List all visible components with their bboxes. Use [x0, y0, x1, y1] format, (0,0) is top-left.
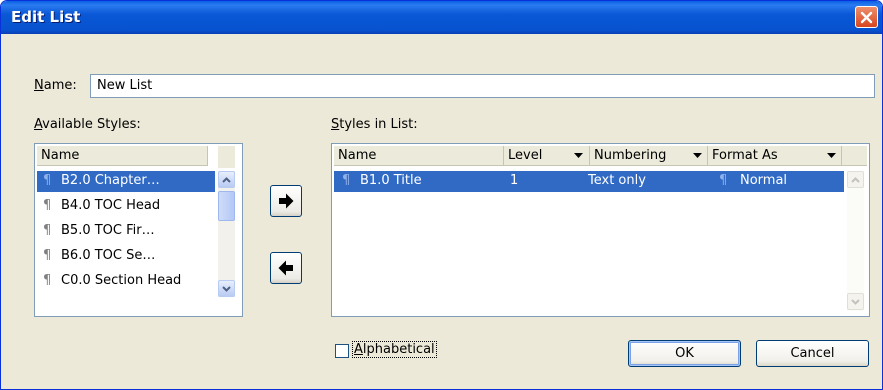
styles-in-list-label: Styles in List: [331, 117, 418, 132]
styles-table-header: Name Level Numbering Format As [334, 146, 867, 166]
cancel-button[interactable]: Cancel [756, 340, 869, 367]
column-header-name[interactable]: Name [37, 146, 208, 166]
right-arrow-icon [279, 193, 294, 209]
title-bar: Edit List [1, 1, 882, 34]
styles-in-list-table[interactable]: Name Level Numbering Format As ¶ B1.0 Ti… [331, 143, 870, 317]
paragraph-icon: ¶ [43, 248, 52, 263]
row-name: B1.0 Title [360, 173, 422, 188]
available-styles-header: Name [37, 146, 208, 166]
format-as-dropdown-arrow-icon[interactable] [824, 149, 838, 162]
paragraph-icon: ¶ [43, 173, 52, 188]
scroll-thumb[interactable] [218, 191, 235, 221]
list-item[interactable]: ¶ B2.0 Chapter… [37, 171, 215, 192]
level-dropdown-arrow-icon[interactable] [571, 149, 585, 162]
list-item-label: B5.0 TOC Fir… [61, 223, 155, 238]
edit-list-dialog: Edit List Name: New List Available Style… [0, 0, 883, 390]
close-icon [860, 11, 873, 23]
paragraph-icon: ¶ [43, 198, 52, 213]
list-item-label: C0.0 Section Head [61, 273, 182, 288]
paragraph-icon: ¶ [43, 273, 52, 288]
available-styles-label: Available Styles: [34, 117, 141, 132]
list-item-label: B6.0 TOC Se… [61, 248, 156, 263]
paragraph-icon: ¶ [43, 223, 52, 238]
close-button[interactable] [855, 6, 878, 28]
name-input[interactable]: New List [90, 74, 875, 98]
remove-style-button[interactable] [270, 252, 302, 284]
chevron-up-icon [851, 176, 860, 183]
ok-button[interactable]: OK [628, 340, 741, 367]
name-input-value: New List [97, 78, 153, 93]
left-arrow-icon [278, 260, 293, 276]
numbering-dropdown-arrow-icon[interactable] [690, 149, 704, 162]
column-header-format-as[interactable]: Format As [708, 146, 842, 166]
paragraph-icon: ¶ [342, 173, 351, 188]
list-item[interactable]: ¶ C0.0 Section Head [37, 271, 215, 292]
styles-table-scrollbar[interactable] [847, 171, 864, 311]
chevron-down-icon [851, 298, 860, 305]
list-item[interactable]: ¶ B6.0 TOC Se… [37, 246, 215, 267]
available-styles-scrollbar[interactable] [218, 171, 235, 297]
alphabetical-checkbox[interactable] [335, 344, 349, 358]
add-style-button[interactable] [270, 185, 302, 217]
chevron-down-icon [222, 285, 231, 292]
row-level: 1 [510, 173, 519, 188]
paragraph-icon: ¶ [719, 173, 728, 188]
header-spacer [218, 146, 235, 168]
row-numbering: Text only [588, 173, 646, 188]
scroll-up-button[interactable] [847, 171, 864, 188]
name-label: Name: [34, 78, 77, 93]
chevron-up-icon [222, 176, 231, 183]
alphabetical-label[interactable]: Alphabetical [352, 341, 437, 358]
scroll-down-button[interactable] [847, 293, 864, 310]
list-item-label: B4.0 TOC Head [61, 198, 161, 213]
available-styles-list[interactable]: Name ¶ B2.0 Chapter… ¶ B4.0 TOC Head ¶ B… [34, 143, 243, 317]
dialog-title: Edit List [11, 8, 81, 26]
table-row[interactable]: ¶ B1.0 Title 1 Text only ¶ Normal [334, 171, 844, 192]
scroll-down-button[interactable] [218, 280, 235, 297]
row-format-as: Normal [740, 173, 788, 188]
list-item[interactable]: ¶ B5.0 TOC Fir… [37, 221, 215, 242]
column-header-name[interactable]: Name [334, 146, 504, 166]
list-item[interactable]: ¶ B4.0 TOC Head [37, 196, 215, 217]
scroll-up-button[interactable] [218, 171, 235, 188]
list-item-label: B2.0 Chapter… [61, 173, 160, 188]
